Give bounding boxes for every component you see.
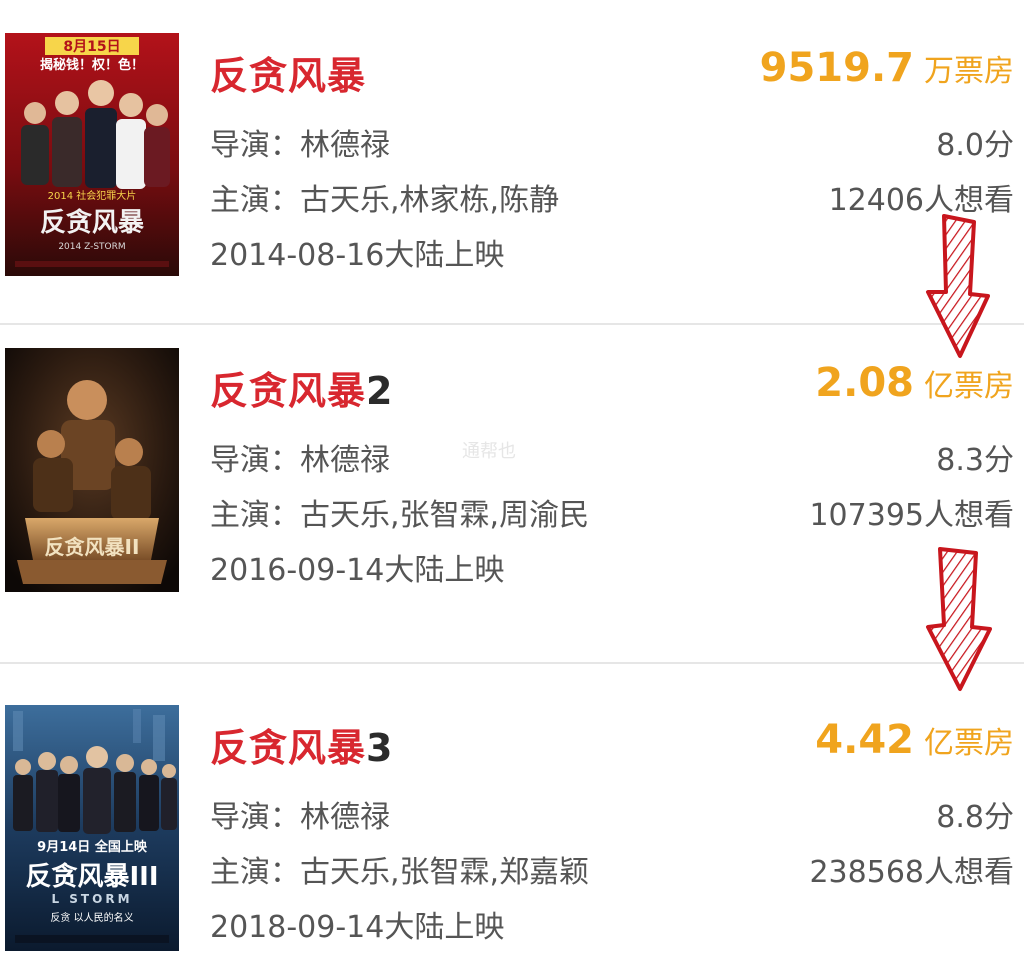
movie-score: 8.3分 — [936, 443, 1014, 478]
box-office: 9519.7 万票房 — [760, 45, 1014, 91]
box-office: 4.42 亿票房 — [815, 717, 1014, 763]
movie-item[interactable]: 9月14日 全国上映 反贪风暴III L STORM 反贪 以人民的名义 反贪风… — [0, 664, 1024, 962]
cast-names: 古天乐,林家栋,陈静 — [300, 183, 560, 218]
movie-score: 8.0分 — [936, 128, 1014, 163]
poster-image: 9月14日 全国上映 反贪风暴III L STORM 反贪 以人民的名义 — [5, 705, 179, 951]
poster-date-text: 8月15日 — [63, 39, 120, 55]
release-date: 2014-08-16大陆上映 — [210, 238, 505, 273]
poster-logo: 反贪风暴II — [45, 535, 140, 559]
box-office-amount: 4.42 — [815, 717, 914, 763]
poster-logo: 反贪风暴III — [25, 861, 158, 892]
movie-title-number: 3 — [366, 726, 394, 770]
cast-label: 主演： — [210, 183, 300, 218]
cast-names: 古天乐,张智霖,周渝民 — [300, 498, 590, 533]
box-office-unit: 亿票房 — [924, 369, 1014, 404]
poster-image: 反贪风暴II — [5, 348, 179, 592]
director-line: 导演：林德禄 — [210, 435, 390, 479]
director-line: 导演：林德禄 — [210, 120, 390, 164]
cast-line: 主演：古天乐,张智霖,郑嘉颖 — [210, 847, 589, 891]
poster-small-text: 2014 Z-STORM — [58, 242, 125, 252]
movie-poster[interactable]: 反贪风暴II — [5, 348, 179, 592]
box-office-unit: 万票房 — [924, 54, 1014, 89]
director-name: 林德禄 — [300, 443, 390, 478]
down-arrow-icon — [926, 214, 990, 358]
director-label: 导演： — [210, 443, 300, 478]
release-date: 2016-09-14大陆上映 — [210, 553, 505, 588]
movie-poster[interactable]: 8月15日 揭秘钱！权！色！ 2014 社会犯罪大片 反贪风暴 2014 Z-S… — [5, 33, 179, 276]
box-office-unit: 亿票房 — [924, 726, 1014, 761]
director-name: 林德禄 — [300, 128, 390, 163]
box-office: 2.08 亿票房 — [815, 360, 1014, 406]
cast-line: 主演：古天乐,张智霖,周渝民 — [210, 490, 589, 534]
movie-title[interactable]: 反贪风暴 — [210, 45, 366, 100]
director-label: 导演： — [210, 800, 300, 835]
poster-tagline: 反贪 以人民的名义 — [50, 911, 133, 924]
watermark: 通帮也 — [462, 441, 516, 462]
want-to-see-count: 238568人想看 — [809, 855, 1014, 890]
movie-list: 8月15日 揭秘钱！权！色！ 2014 社会犯罪大片 反贪风暴 2014 Z-S… — [0, 0, 1024, 962]
director-label: 导演： — [210, 128, 300, 163]
poster-sub-text: 2014 社会犯罪大片 — [48, 189, 137, 202]
cast-line: 主演：古天乐,林家栋,陈静 — [210, 175, 559, 219]
want-to-see-count: 107395人想看 — [809, 498, 1014, 533]
poster-small-text: L STORM — [51, 892, 132, 906]
movie-title[interactable]: 反贪风暴2 — [210, 360, 393, 415]
poster-tagline: 揭秘钱！权！色！ — [40, 57, 144, 73]
movie-title-name: 反贪风暴 — [210, 54, 367, 98]
poster-date-text: 9月14日 全国上映 — [37, 839, 148, 855]
cast-names: 古天乐,张智霖,郑嘉颖 — [300, 855, 590, 890]
poster-image: 8月15日 揭秘钱！权！色！ 2014 社会犯罪大片 反贪风暴 2014 Z-S… — [5, 33, 179, 276]
cast-label: 主演： — [210, 855, 300, 890]
cast-label: 主演： — [210, 498, 300, 533]
box-office-amount: 9519.7 — [759, 45, 914, 91]
movie-score: 8.8分 — [936, 800, 1014, 835]
director-name: 林德禄 — [300, 800, 390, 835]
movie-title-name: 反贪风暴 — [210, 369, 367, 413]
down-arrow-icon — [926, 547, 992, 691]
director-line: 导演：林德禄 — [210, 792, 390, 836]
movie-title-number: 2 — [366, 369, 394, 413]
poster-logo: 反贪风暴 — [40, 207, 144, 238]
box-office-amount: 2.08 — [815, 360, 914, 406]
movie-poster[interactable]: 9月14日 全国上映 反贪风暴III L STORM 反贪 以人民的名义 — [5, 705, 179, 951]
release-date: 2018-09-14大陆上映 — [210, 910, 505, 945]
movie-title[interactable]: 反贪风暴3 — [210, 717, 393, 772]
movie-item[interactable]: 8月15日 揭秘钱！权！色！ 2014 社会犯罪大片 反贪风暴 2014 Z-S… — [0, 0, 1024, 323]
movie-title-name: 反贪风暴 — [210, 726, 367, 770]
movie-item[interactable]: 反贪风暴II 反贪风暴2 导演：林德禄 主演：古天乐,张智霖,周渝民 2016-… — [0, 325, 1024, 662]
